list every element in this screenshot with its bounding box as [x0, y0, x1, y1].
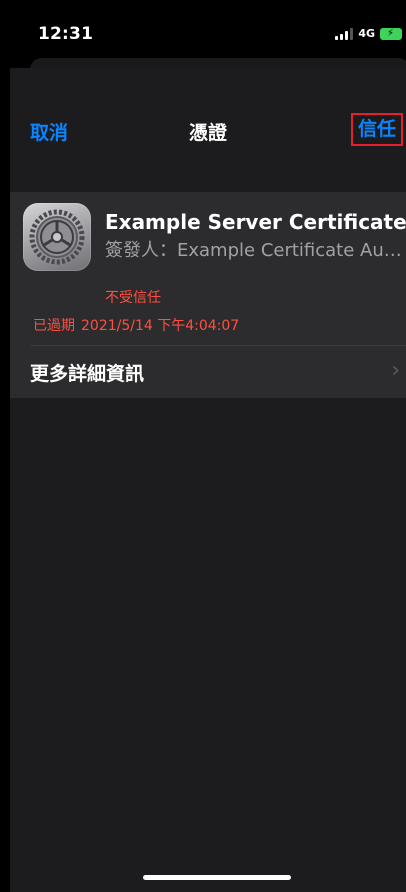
navigation-bar: 取消 憑證 信任	[10, 68, 406, 192]
home-indicator[interactable]	[143, 875, 291, 880]
expiry-row: 已過期 2021/5/14 下午4:04:07	[33, 315, 239, 335]
chevron-right-icon: ›	[391, 358, 400, 383]
certificate-card: Example Server Certificate 簽發人：Example C…	[10, 192, 406, 398]
status-indicators: 4G ⚡	[335, 26, 402, 42]
more-details-row[interactable]: 更多詳細資訊 ›	[10, 346, 406, 398]
page-title: 憑證	[188, 122, 227, 144]
status-time: 12:31	[38, 24, 94, 44]
certificate-name: Example Server Certificate	[105, 210, 406, 234]
battery-charging-icon: ⚡	[380, 28, 402, 40]
more-details-label: 更多詳細資訊	[30, 363, 145, 385]
trust-button[interactable]: 信任	[351, 113, 403, 146]
screen: 12:31 4G ⚡ 取消 憑證 信任 Example Server Certi…	[0, 0, 406, 892]
network-type: 4G	[358, 27, 375, 40]
issuer-value: Example Certificate Aut...	[177, 240, 405, 261]
settings-gear-icon	[23, 203, 91, 271]
certificate-sheet: 取消 憑證 信任 Example Server Certificate 簽發人：…	[10, 68, 406, 892]
trust-status: 不受信任	[105, 290, 161, 306]
issuer-label: 簽發人：	[105, 240, 177, 261]
expired-date: 2021/5/14 下午4:04:07	[81, 318, 240, 334]
expired-label: 已過期	[33, 318, 75, 334]
cancel-button[interactable]: 取消	[30, 118, 68, 145]
certificate-issuer: 簽發人：Example Certificate Aut...	[105, 236, 405, 262]
signal-icon	[335, 28, 354, 40]
status-bar: 12:31 4G ⚡	[0, 0, 406, 56]
